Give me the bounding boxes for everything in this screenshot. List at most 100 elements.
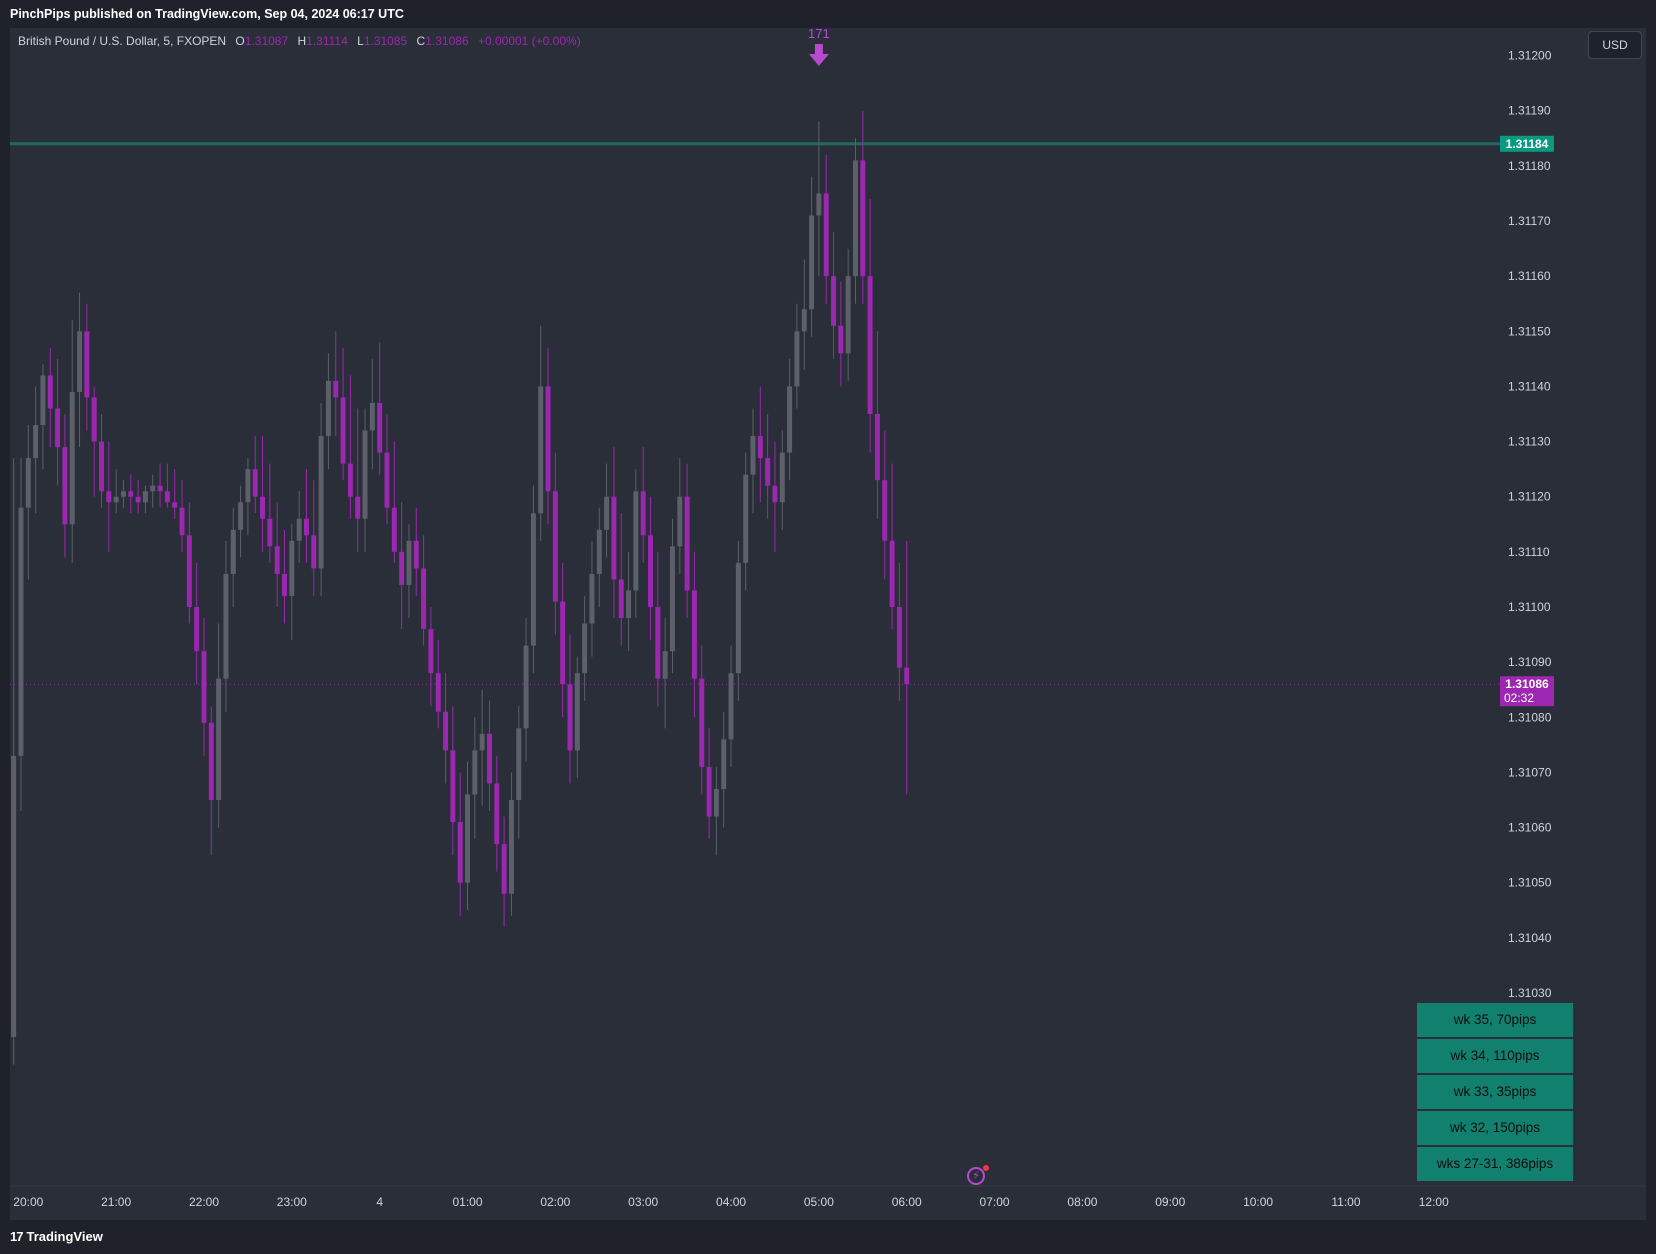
candle-body [164, 491, 170, 503]
candle-body [245, 469, 251, 503]
candle-body [333, 380, 339, 398]
candle-body [135, 496, 141, 503]
x-tick-label: 01:00 [452, 1195, 482, 1209]
candle-body [113, 496, 119, 503]
candle-body [486, 733, 492, 784]
candle-body [347, 463, 353, 497]
candle-body [25, 458, 31, 508]
candle-body [552, 491, 558, 602]
ohlc-legend: British Pound / U.S. Dollar, 5, FXOPEN O… [18, 34, 581, 48]
candle-body [596, 529, 602, 574]
y-tick-label: 1.31150 [1508, 324, 1551, 338]
candle-body [801, 309, 807, 332]
candle-body [318, 436, 324, 569]
candle-body [172, 502, 178, 508]
low-label: L [357, 34, 364, 48]
candle-body [186, 535, 192, 607]
x-tick-label: 4 [376, 1195, 383, 1209]
candle-body [303, 518, 309, 536]
candle-body [640, 491, 646, 536]
candle-body [355, 496, 361, 519]
signal-marker-label: 171 [808, 28, 830, 41]
y-tick-label: 1.31170 [1508, 214, 1551, 228]
chart-area[interactable]: 1.31200 1.31190 1.31180 1.31170 1.31160 1.311… [10, 28, 1646, 1220]
candle-body [369, 402, 375, 431]
candle-body [238, 502, 244, 530]
candle-body [655, 607, 661, 679]
candle-body [230, 529, 236, 574]
tradingview-logo-icon: 17 [10, 1229, 24, 1244]
x-tick-label: 06:00 [892, 1195, 922, 1209]
candle-body [845, 276, 851, 354]
candle-body [838, 325, 844, 354]
candle-body [260, 496, 266, 519]
candle-body [443, 711, 449, 751]
x-tick-label: 20:00 [13, 1195, 43, 1209]
candle-body [867, 276, 873, 414]
candle-body [772, 485, 778, 503]
high-value: 1.31114 [306, 34, 348, 48]
candle-body [47, 375, 53, 409]
candle-body [508, 800, 514, 894]
candle-body [699, 678, 705, 767]
x-tick-label: 07:00 [980, 1195, 1010, 1209]
y-tick-label: 1.31080 [1508, 710, 1552, 724]
candle-body [62, 447, 68, 525]
candle-body [618, 579, 624, 619]
candle-body [457, 822, 463, 883]
candle-body [721, 739, 727, 789]
x-tick-label: 10:00 [1243, 1195, 1273, 1209]
candle-body [267, 518, 273, 547]
candlestick-chart[interactable]: 1.31200 1.31190 1.31180 1.31170 1.31160 1.311… [10, 28, 1646, 1220]
open-label: O [235, 34, 245, 48]
lightning-icon[interactable]: ⚡ [967, 1167, 985, 1185]
candle-body [33, 425, 39, 459]
candle-body [691, 590, 697, 679]
tradingview-logo[interactable]: 17 TradingView [10, 1220, 103, 1254]
symbol-title: British Pound / U.S. Dollar, 5, FXOPEN [18, 34, 227, 48]
pips-row: wk 33, 35pips [1417, 1075, 1573, 1109]
candle-body [779, 452, 785, 503]
candle-body [874, 414, 880, 481]
candle-body [340, 397, 346, 464]
y-tick-label: 1.31140 [1508, 379, 1551, 393]
candle-body [40, 375, 46, 426]
publish-info: PinchPips published on TradingView.com, … [0, 0, 1656, 28]
y-tick-label: 1.31030 [1508, 986, 1552, 1000]
candle-body [252, 469, 258, 497]
candle-body [669, 546, 675, 652]
candle-body [765, 458, 771, 486]
candle-body [216, 678, 222, 800]
down-arrow-icon [808, 44, 829, 67]
y-tick-label: 1.31130 [1508, 435, 1551, 449]
currency-button[interactable]: USD [1588, 31, 1642, 59]
candle-body [150, 485, 156, 492]
candle-body [794, 331, 800, 387]
candle-body [684, 496, 690, 591]
candle-body [435, 673, 441, 712]
x-tick-label: 04:00 [716, 1195, 746, 1209]
candle-body [428, 629, 434, 674]
x-tick-label: 02:00 [540, 1195, 570, 1209]
x-tick-label: 11:00 [1331, 1195, 1360, 1209]
candle-body [904, 667, 910, 685]
candle-body [735, 562, 741, 674]
candle-body [11, 755, 17, 1038]
x-tick-label: 12:00 [1419, 1195, 1449, 1209]
candle-body [567, 684, 573, 751]
candle-body [889, 540, 895, 607]
candle-body [128, 491, 134, 497]
candle-body [311, 535, 317, 569]
candle-body [99, 441, 104, 492]
candle-body [582, 623, 588, 674]
candle-body [142, 491, 148, 503]
notification-dot-icon [983, 1165, 989, 1171]
candle-body [399, 551, 405, 585]
candle-body [494, 783, 500, 845]
candle-body [809, 215, 815, 310]
candle-body [757, 436, 763, 459]
candle-body [55, 408, 61, 448]
x-tick-label: 09:00 [1155, 1195, 1185, 1209]
candle-body [831, 276, 837, 326]
candle-body [179, 507, 185, 536]
